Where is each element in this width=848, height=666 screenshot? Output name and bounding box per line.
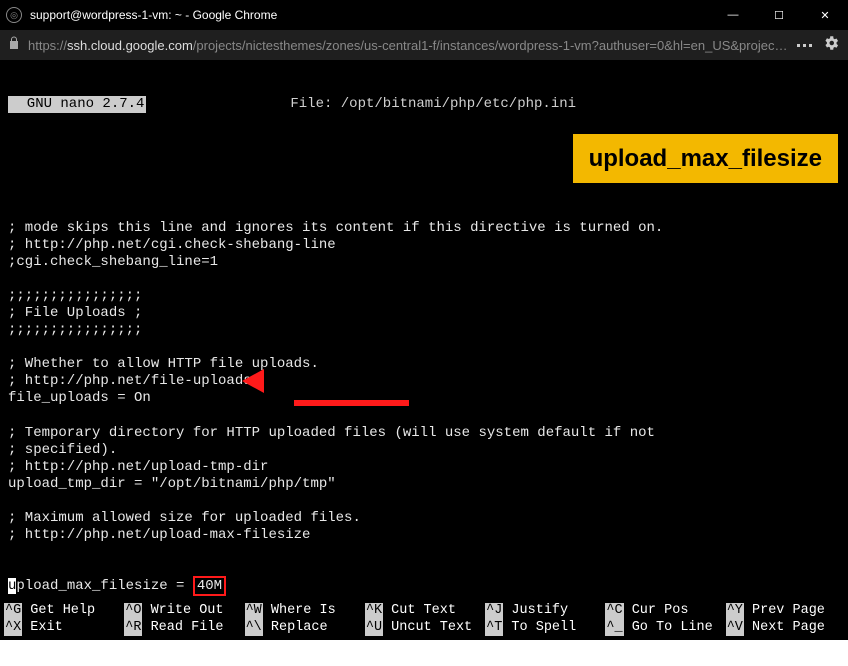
shortcut-item: ^\ Replace [245, 620, 363, 636]
file-line: ;cgi.check_shebang_line=1 [8, 254, 840, 271]
window-titlebar: ◎ support@wordpress-1-vm: ~ - Google Chr… [0, 0, 848, 30]
url-text[interactable]: https://ssh.cloud.google.com/projects/ni… [28, 38, 789, 53]
shortcut-key: ^V [726, 620, 744, 636]
lock-icon [8, 36, 20, 55]
shortcut-item: ^J Justify [485, 603, 603, 619]
shortcut-item: ^W Where Is [245, 603, 363, 619]
shortcut-item: ^C Cur Pos [605, 603, 723, 619]
maximize-button[interactable]: ☐ [756, 0, 802, 30]
shortcut-item: ^T To Spell [485, 620, 603, 636]
shortcut-key: ^W [245, 603, 263, 619]
shortcut-key: ^X [4, 620, 22, 636]
shortcut-item: ^O Write Out [124, 603, 242, 619]
file-line: ;;;;;;;;;;;;;;;; [8, 322, 840, 339]
file-line: ; Whether to allow HTTP file uploads. [8, 356, 840, 373]
file-line: ; specified). [8, 442, 840, 459]
minimize-button[interactable]: — [710, 0, 756, 30]
shortcut-key: ^T [485, 620, 503, 636]
shortcut-key: ^G [4, 603, 22, 619]
shortcut-label: Uncut Text [383, 620, 472, 636]
shortcut-key: ^R [124, 620, 142, 636]
shortcut-key: ^U [365, 620, 383, 636]
shortcut-item: ^U Uncut Text [365, 620, 483, 636]
shortcut-item: ^R Read File [124, 620, 242, 636]
shortcut-key: ^O [124, 603, 142, 619]
file-line: ; http://php.net/upload-max-filesize [8, 527, 840, 544]
file-line: ; http://php.net/cgi.check-shebang-line [8, 237, 840, 254]
shortcut-item: ^K Cut Text [365, 603, 483, 619]
close-button[interactable]: ✕ [802, 0, 848, 30]
file-line [8, 339, 840, 356]
shortcut-label: Next Page [744, 620, 825, 636]
shortcut-item: ^G Get Help [4, 603, 122, 619]
shortcut-label: Prev Page [744, 603, 825, 619]
shortcut-label: Where Is [263, 603, 336, 619]
menu-icon[interactable] [797, 44, 812, 47]
shortcut-item: ^X Exit [4, 620, 122, 636]
shortcut-key: ^J [485, 603, 503, 619]
shortcut-label: Go To Line [624, 620, 713, 636]
file-line: ; mode skips this line and ignores its c… [8, 220, 840, 237]
shortcut-label: Cut Text [383, 603, 456, 619]
file-line: ; Maximum allowed size for uploaded file… [8, 510, 840, 527]
app-icon: ◎ [6, 7, 22, 23]
file-line [8, 408, 840, 425]
arrow-annotation [260, 378, 409, 429]
shortcut-key: ^_ [605, 620, 623, 636]
file-line: ; File Uploads ; [8, 305, 840, 322]
file-line: upload_tmp_dir = "/opt/bitnami/php/tmp" [8, 476, 840, 493]
shortcut-label: Cur Pos [624, 603, 689, 619]
shortcut-key: ^K [365, 603, 383, 619]
file-line: ;;;;;;;;;;;;;;;; [8, 288, 840, 305]
nano-file-label: File: /opt/bitnami/php/etc/php.ini [146, 96, 720, 113]
file-content: ; mode skips this line and ignores its c… [8, 186, 840, 640]
shortcut-label: Exit [22, 620, 63, 636]
shortcut-label: Read File [142, 620, 223, 636]
nano-shortcuts: ^G Get Help^X Exit^O Write Out^R Read Fi… [0, 603, 848, 640]
shortcut-label: Get Help [22, 603, 95, 619]
file-line: ; Temporary directory for HTTP uploaded … [8, 425, 840, 442]
gear-icon[interactable] [822, 34, 840, 57]
highlighted-value: 40M [193, 576, 226, 596]
shortcut-label: Justify [503, 603, 568, 619]
shortcut-label: Write Out [142, 603, 223, 619]
terminal-area[interactable]: GNU nano 2.7.4 File: /opt/bitnami/php/et… [0, 60, 848, 640]
nano-header: GNU nano 2.7.4 File: /opt/bitnami/php/et… [8, 96, 840, 113]
shortcut-item: ^Y Prev Page [726, 603, 844, 619]
file-line: ; http://php.net/file-uploads [8, 373, 840, 390]
address-bar: https://ssh.cloud.google.com/projects/ni… [0, 30, 848, 60]
edit-line: upload_max_filesize = 40M [8, 578, 840, 595]
window-title: support@wordpress-1-vm: ~ - Google Chrom… [30, 8, 710, 22]
shortcut-key: ^C [605, 603, 623, 619]
file-line [8, 271, 840, 288]
nano-version: GNU nano 2.7.4 [8, 96, 146, 113]
callout-label: upload_max_filesize [573, 134, 838, 183]
shortcut-item: ^V Next Page [726, 620, 844, 636]
file-line [8, 493, 840, 510]
shortcut-label: To Spell [503, 620, 576, 636]
file-line: file_uploads = On [8, 390, 840, 407]
shortcut-item: ^_ Go To Line [605, 620, 723, 636]
shortcut-key: ^Y [726, 603, 744, 619]
shortcut-key: ^\ [245, 620, 263, 636]
shortcut-label: Replace [263, 620, 328, 636]
file-line: ; http://php.net/upload-tmp-dir [8, 459, 840, 476]
